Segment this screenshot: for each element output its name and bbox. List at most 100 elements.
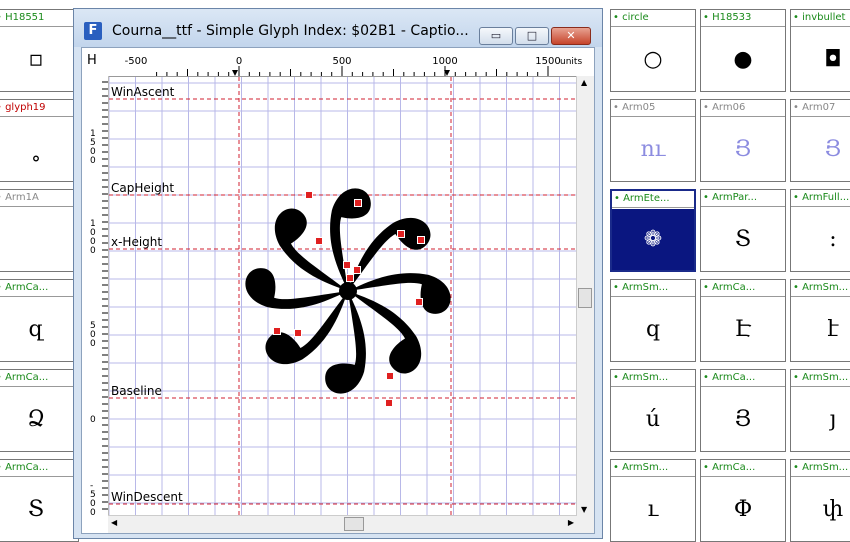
glyph-cell-label: • ArmSm...: [791, 460, 850, 477]
control-point[interactable]: [417, 236, 425, 244]
glyph-cell-left[interactable]: • glyph19 ˳: [0, 99, 79, 182]
glyph-preview: :: [829, 227, 837, 252]
glyph-preview: ●: [733, 47, 753, 72]
glyph-preview: ու: [640, 137, 666, 162]
ruler-h-label: -500: [125, 56, 148, 67]
glyph-cell[interactable]: • Arm05 ու: [610, 99, 696, 182]
glyph-cell[interactable]: • circle ○: [610, 9, 696, 92]
ruler-v-label: 0: [90, 339, 96, 349]
glyph-cell[interactable]: • ArmEte... ❁: [610, 189, 696, 272]
glyph-cell[interactable]: • ArmCa... Է: [700, 279, 786, 362]
scroll-right-arrow[interactable]: ▶: [568, 518, 574, 527]
control-point[interactable]: [273, 327, 281, 335]
editor-client-area: H -500 0 500 1000 1500 units 1500 1000 500 0 -50…: [81, 47, 595, 534]
close-button[interactable]: ✕: [551, 27, 591, 45]
glyph-cell-label: • ArmPar...: [701, 190, 785, 207]
maximize-button[interactable]: □: [515, 27, 549, 45]
scroll-corner: [577, 516, 594, 533]
glyph-preview: Փ: [733, 497, 753, 522]
glyph-cell-left[interactable]: • ArmCa... զ: [0, 279, 79, 362]
glyph-cell[interactable]: • ArmSm... է: [790, 279, 850, 362]
glyph-preview: փ: [822, 497, 844, 522]
glyph-cell[interactable]: • ArmCa... Փ: [700, 459, 786, 542]
glyph-cell-label: • H18551: [0, 10, 78, 27]
glyph-preview: Տ: [734, 227, 752, 252]
glyph-preview: q: [645, 317, 661, 342]
ruler-units-label: units: [560, 57, 582, 67]
app-icon[interactable]: F: [84, 22, 102, 40]
glyph-cell-left[interactable]: • ArmCa... Տ: [0, 459, 79, 542]
glyph-cell[interactable]: • ArmPar... Տ: [700, 189, 786, 272]
horizontal-scroll-thumb[interactable]: [344, 517, 364, 531]
glyph-cell-left[interactable]: • H18551 ▫: [0, 9, 79, 92]
glyph-cell-label: • ArmCa...: [701, 460, 785, 477]
window-title: Courna__ttf - Simple Glyph Index: $02B1 …: [112, 23, 469, 39]
control-point[interactable]: [353, 266, 361, 274]
glyph-preview: Ձ: [27, 407, 45, 432]
glyph-preview: յ: [829, 407, 837, 432]
ruler-h-label: 1000: [432, 56, 457, 67]
glyph-cell[interactable]: • H18533 ●: [700, 9, 786, 92]
ruler-v-label: 0: [90, 415, 96, 425]
glyph-cell-label: • ArmCa...: [0, 460, 78, 477]
glyph-cell[interactable]: • Arm06 Յ: [700, 99, 786, 182]
glyph-cell-label: • ArmCa...: [701, 280, 785, 297]
glyph-preview: [0, 208, 78, 271]
glyph-cell[interactable]: • invbullet ◘: [790, 9, 850, 92]
glyph-center: [339, 282, 357, 300]
ruler-h-prefix: H: [87, 53, 97, 68]
glyph-cell[interactable]: • ArmFull...:: [790, 189, 850, 272]
glyph-cell-label: • glyph19: [0, 100, 78, 117]
guideline-label: WinDescent: [111, 490, 183, 504]
guideline-label: WinAscent: [111, 85, 175, 99]
minimize-button[interactable]: ▭: [479, 27, 513, 45]
glyph-cell[interactable]: • ArmSm... q: [610, 279, 696, 362]
ruler-h-label: 0: [236, 56, 242, 67]
glyph-cell-label: • ArmCa...: [0, 370, 78, 387]
glyph-preview: ○: [643, 47, 663, 72]
ruler-h-label: 1500: [535, 56, 560, 67]
control-point[interactable]: [385, 399, 393, 407]
horizontal-ruler: H -500 0 500 1000 1500 units: [82, 48, 594, 77]
scroll-left-arrow[interactable]: ◀: [111, 518, 117, 527]
control-point[interactable]: [294, 329, 302, 337]
glyph-cell[interactable]: • ArmSm... ú: [610, 369, 696, 452]
glyph-cell-label: • circle: [611, 10, 695, 27]
title-bar[interactable]: F Courna__ttf - Simple Glyph Index: $02B…: [74, 9, 602, 47]
control-point[interactable]: [315, 237, 323, 245]
glyph-outline[interactable]: [238, 181, 458, 401]
glyph-cell-label: • Arm05: [611, 100, 695, 117]
glyph-preview: Յ: [824, 137, 842, 162]
glyph-cell-label: • ArmFull...: [791, 190, 850, 207]
control-point[interactable]: [354, 199, 362, 207]
glyph-cell[interactable]: • ArmCa... Յ: [700, 369, 786, 452]
glyph-canvas-svg[interactable]: WinAscent CapHeight x-Height Baseline WinDes…: [108, 77, 577, 516]
horizontal-scrollbar[interactable]: ◀ ▶: [108, 515, 577, 533]
glyph-canvas[interactable]: WinAscent CapHeight x-Height Baseline WinDes…: [108, 77, 577, 516]
control-point[interactable]: [346, 274, 354, 282]
glyph-editor-window: F Courna__ttf - Simple Glyph Index: $02B…: [73, 8, 603, 539]
glyph-cell-left[interactable]: • Arm1A: [0, 189, 79, 272]
scroll-down-arrow[interactable]: ▼: [581, 505, 587, 514]
glyph-cell[interactable]: • Arm07 Յ: [790, 99, 850, 182]
glyph-cell[interactable]: • ArmSm... ւ: [610, 459, 696, 542]
control-point[interactable]: [343, 261, 351, 269]
control-point[interactable]: [305, 191, 313, 199]
glyph-preview: Յ: [734, 407, 752, 432]
glyph-preview: զ: [28, 317, 44, 342]
control-point[interactable]: [397, 230, 405, 238]
glyph-cell-label: • ArmSm...: [791, 370, 850, 387]
glyph-preview: ւ: [647, 497, 659, 522]
glyph-cell-label: • ArmSm...: [611, 280, 695, 297]
vertical-scroll-thumb[interactable]: [578, 288, 592, 308]
glyph-cell-left[interactable]: • ArmCa... Ձ: [0, 369, 79, 452]
vertical-scrollbar[interactable]: ▲ ▼: [576, 76, 594, 516]
glyph-cell-label: • ArmEte...: [612, 191, 694, 208]
ruler-v-label: 0: [90, 246, 96, 256]
scroll-up-arrow[interactable]: ▲: [581, 78, 587, 87]
control-point[interactable]: [415, 298, 423, 306]
guideline-label: Baseline: [111, 384, 162, 398]
glyph-cell[interactable]: • ArmSm... յ: [790, 369, 850, 452]
glyph-cell[interactable]: • ArmSm... փ: [790, 459, 850, 542]
control-point[interactable]: [386, 372, 394, 380]
